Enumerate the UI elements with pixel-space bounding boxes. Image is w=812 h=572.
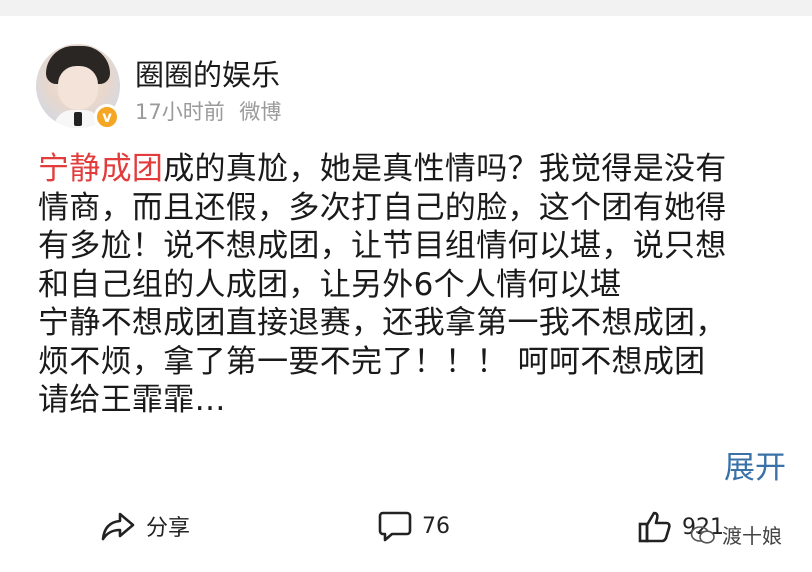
author-name[interactable]: 圈圈的娱乐: [135, 52, 280, 94]
watermark: 渡十娘: [690, 520, 782, 549]
verified-badge-icon: v: [94, 104, 120, 130]
share-icon: [101, 512, 135, 541]
topic-link[interactable]: 宁静成团: [38, 151, 163, 187]
avatar-face: [58, 66, 98, 110]
content-line: 宁静不想成团直接退赛，还我拿第一我不想成团，: [38, 305, 727, 341]
share-label: 分享: [146, 516, 191, 541]
post-source: 微博: [239, 100, 282, 124]
watermark-text: 渡十娘: [722, 524, 782, 548]
content-line: 烦不烦，拿了第一要不完了！！！ 呵呵不想成团: [38, 343, 706, 380]
content-line: 有多尬！说不想成团，让节目组情何以堪，说只想: [38, 228, 727, 264]
content-line: 情商，而且还假，多次打自己的脸，这个团有她得: [38, 189, 727, 226]
content-line: 和自己组的人成团，让另外6个人情何以堪: [38, 266, 622, 303]
post-meta: 17小时前 微博: [135, 96, 281, 126]
content-line: 宁静成团成的真尬，她是真性情吗？我觉得是没有: [38, 150, 782, 189]
comment-count: 76: [422, 513, 450, 539]
post-content: 宁静成团成的真尬，她是真性情吗？我觉得是没有 情商，而且还假，多次打自己的脸，这…: [38, 150, 782, 420]
thumbs-up-icon: [638, 511, 671, 543]
post-time: 17小时前: [135, 100, 225, 124]
wechat-icon: [690, 525, 715, 544]
share-button[interactable]: 分享: [100, 510, 190, 542]
avatar-tie: [74, 112, 82, 126]
content-text: 成的真尬，她是真性情吗？我觉得是没有: [163, 151, 727, 187]
comment-button[interactable]: 76: [378, 510, 450, 542]
content-line: 请给王霏霏…: [38, 382, 226, 418]
top-bar: [0, 0, 812, 16]
comment-icon: [378, 511, 412, 542]
expand-link[interactable]: 展开: [724, 442, 786, 487]
